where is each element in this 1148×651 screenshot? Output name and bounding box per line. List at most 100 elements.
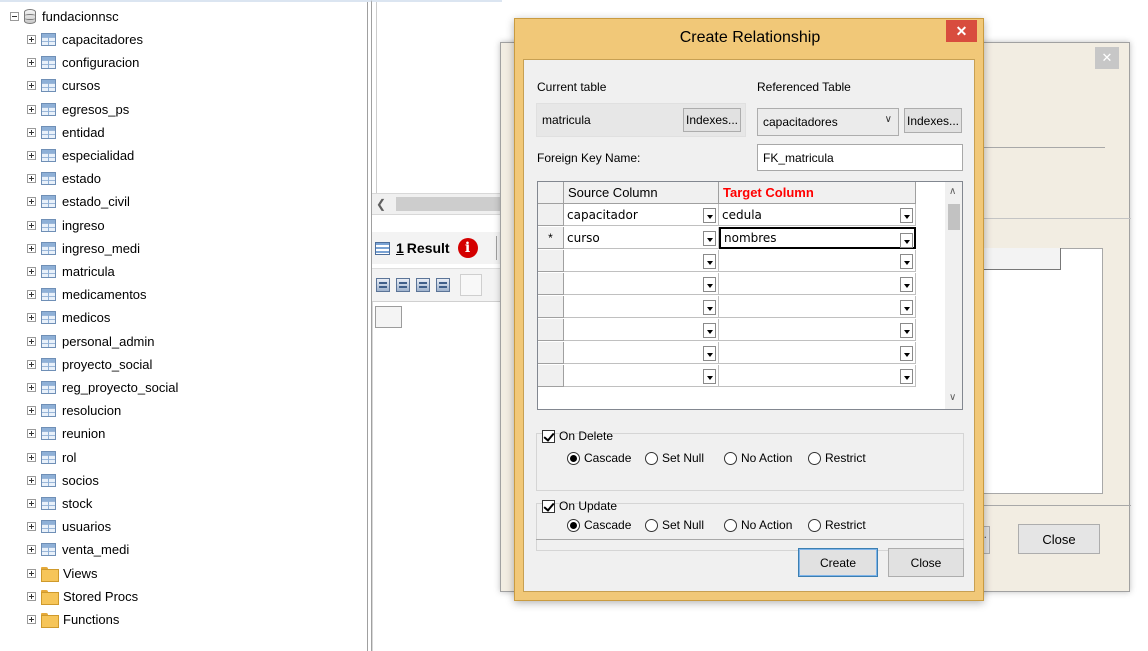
dropdown-arrow-icon[interactable] — [703, 369, 716, 384]
on-delete-radio-cascade[interactable] — [567, 452, 580, 465]
dropdown-arrow-icon[interactable] — [900, 346, 913, 361]
tree-item-table[interactable]: capacitadores — [27, 28, 143, 51]
target-column-cell[interactable]: nombres — [719, 227, 916, 249]
expand-icon[interactable] — [27, 127, 36, 137]
expand-icon[interactable] — [27, 81, 36, 91]
tree-item-table[interactable]: configuracion — [27, 51, 139, 74]
row-selector[interactable] — [538, 273, 564, 295]
error-info-icon[interactable]: i — [457, 238, 478, 258]
row-selector[interactable] — [538, 296, 564, 318]
tree-item-table[interactable]: proyecto_social — [27, 353, 152, 376]
background-close-button[interactable]: Close — [1018, 524, 1100, 554]
tree-item-table[interactable]: matricula — [27, 260, 115, 283]
tree-item-table[interactable]: socios — [27, 469, 99, 492]
background-close-icon[interactable]: ✕ — [1095, 47, 1119, 69]
close-button[interactable]: Close — [888, 548, 964, 577]
grid-vertical-scrollbar[interactable]: ∧ ∨ — [945, 182, 962, 409]
source-column-cell[interactable] — [564, 342, 719, 364]
dropdown-arrow-icon[interactable] — [900, 300, 913, 315]
scroll-up-icon[interactable]: ∧ — [949, 186, 956, 197]
current-indexes-button[interactable]: Indexes... — [683, 108, 741, 132]
paste-rows-icon[interactable] — [416, 278, 430, 292]
expand-icon[interactable] — [27, 197, 36, 207]
on-update-radio-no-action[interactable] — [724, 519, 737, 532]
row-selector[interactable] — [538, 319, 564, 341]
expand-icon[interactable] — [27, 174, 36, 184]
result-corner-cell[interactable] — [375, 306, 402, 328]
dropdown-arrow-icon[interactable] — [703, 277, 716, 292]
fk-name-input[interactable]: FK_matricula — [757, 144, 963, 171]
row-selector[interactable] — [538, 204, 564, 226]
expand-icon[interactable] — [27, 243, 36, 253]
dropdown-arrow-icon[interactable] — [703, 323, 716, 338]
expand-icon[interactable] — [27, 545, 36, 555]
source-column-cell[interactable]: curso — [564, 227, 719, 249]
dropdown-arrow-icon[interactable] — [900, 208, 913, 223]
tree-item-folder[interactable]: Views — [27, 562, 97, 585]
source-column-cell[interactable]: capacitador — [564, 204, 719, 226]
dropdown-arrow-icon[interactable] — [900, 369, 913, 384]
tree-item-table[interactable]: estado_civil — [27, 190, 130, 213]
dropdown-arrow-icon[interactable] — [703, 254, 716, 269]
row-selector[interactable] — [538, 250, 564, 272]
source-column-cell[interactable] — [564, 319, 719, 341]
expand-icon[interactable] — [27, 568, 36, 578]
expand-icon[interactable] — [27, 104, 36, 114]
collapse-icon[interactable] — [10, 12, 19, 21]
expand-icon[interactable] — [27, 499, 36, 508]
tree-item-table[interactable]: egresos_ps — [27, 98, 129, 121]
row-selector[interactable] — [538, 342, 564, 364]
target-column-cell[interactable] — [719, 342, 916, 364]
dropdown-arrow-icon[interactable] — [703, 208, 716, 223]
tree-item-table[interactable]: medicamentos — [27, 283, 147, 306]
tree-item-table[interactable]: estado — [27, 167, 101, 190]
expand-icon[interactable] — [27, 429, 36, 439]
source-column-cell[interactable] — [564, 250, 719, 272]
tree-item-table[interactable]: venta_medi — [27, 538, 129, 561]
expand-icon[interactable] — [27, 58, 36, 68]
row-selector[interactable] — [538, 365, 564, 387]
expand-icon[interactable] — [27, 267, 36, 276]
tree-item-table[interactable]: especialidad — [27, 144, 134, 167]
export-icon[interactable] — [376, 278, 390, 292]
source-column-cell[interactable] — [564, 365, 719, 387]
tree-item-table[interactable]: ingreso_medi — [27, 237, 140, 260]
expand-icon[interactable] — [27, 151, 36, 160]
dropdown-arrow-icon[interactable] — [900, 323, 913, 338]
tree-item-table[interactable]: reunion — [27, 422, 105, 445]
source-column-cell[interactable] — [564, 296, 719, 318]
referenced-table-select[interactable]: capacitadores ∨ — [757, 108, 899, 136]
referenced-indexes-button[interactable]: Indexes... — [904, 108, 962, 133]
source-column-cell[interactable] — [564, 273, 719, 295]
on-update-checkbox[interactable] — [542, 500, 555, 513]
expand-icon[interactable] — [27, 591, 36, 601]
on-delete-radio-set-null[interactable] — [645, 452, 658, 465]
tree-item-table[interactable]: medicos — [27, 306, 110, 329]
tree-item-table[interactable]: cursos — [27, 74, 100, 97]
dropdown-arrow-icon[interactable] — [703, 346, 716, 361]
target-column-cell[interactable] — [719, 250, 916, 272]
expand-icon[interactable] — [27, 220, 36, 230]
target-column-cell[interactable]: cedula — [719, 204, 916, 226]
grid-scroll-thumb[interactable] — [948, 204, 960, 230]
expand-icon[interactable] — [27, 336, 36, 346]
close-icon[interactable]: ✕ — [946, 20, 977, 42]
dropdown-arrow-icon[interactable] — [703, 231, 716, 246]
tree-item-table[interactable]: resolucion — [27, 399, 121, 422]
scroll-down-icon[interactable]: ∨ — [949, 392, 956, 403]
on-delete-checkbox[interactable] — [542, 430, 555, 443]
dropdown-arrow-icon[interactable] — [900, 277, 913, 292]
tree-item-folder[interactable]: Stored Procs — [27, 585, 138, 608]
tree-item-folder[interactable]: Functions — [27, 608, 119, 631]
result-tab[interactable]: 1 Result i — [372, 232, 502, 264]
dropdown-arrow-icon[interactable] — [703, 300, 716, 315]
target-column-cell[interactable] — [719, 296, 916, 318]
tree-root[interactable]: fundacionnsc — [10, 5, 119, 28]
copy-rows-icon[interactable] — [396, 278, 410, 292]
expand-icon[interactable] — [27, 452, 36, 462]
expand-icon[interactable] — [27, 406, 36, 416]
expand-icon[interactable] — [27, 383, 36, 392]
tree-item-table[interactable]: stock — [27, 492, 92, 515]
expand-icon[interactable] — [27, 313, 36, 323]
scroll-thumb[interactable] — [396, 197, 500, 211]
